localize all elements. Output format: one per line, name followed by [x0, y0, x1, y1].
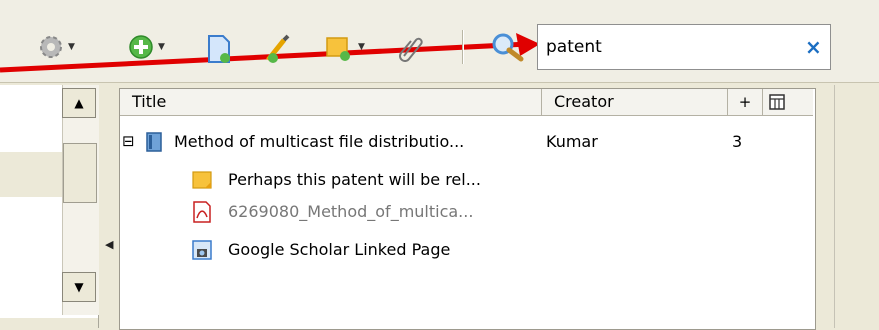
collapse-toggle-icon[interactable]: ⊟ — [122, 128, 135, 154]
item-row[interactable]: ⊟ Method of multicast file distributio..… — [120, 129, 813, 155]
splitter-collapse-icon[interactable]: ◀ — [105, 238, 113, 251]
child-note-row[interactable]: Perhaps this patent will be rel... — [120, 167, 813, 193]
scroll-thumb[interactable] — [63, 143, 97, 203]
clear-search-icon[interactable]: × — [805, 35, 822, 59]
column-picker-icon[interactable] — [762, 89, 792, 115]
note-icon — [192, 171, 212, 189]
column-title[interactable]: Title — [120, 89, 542, 115]
new-item-from-identifier-icon[interactable] — [206, 34, 232, 64]
search-input-value: patent — [546, 37, 602, 57]
pane-splitter[interactable] — [99, 85, 117, 328]
item-title: Method of multicast file distributio... — [174, 132, 465, 151]
column-creator[interactable]: Creator — [542, 89, 728, 115]
item-child-count: 3 — [732, 132, 743, 151]
add-column-button[interactable]: + — [728, 89, 763, 115]
note-title: Perhaps this patent will be rel... — [228, 170, 481, 189]
search-icon — [492, 33, 524, 62]
add-attachment-icon[interactable] — [325, 34, 355, 62]
attachment-title: 6269080_Method_of_multica... — [228, 202, 474, 221]
search-input[interactable]: patent × — [537, 24, 831, 70]
new-note-icon[interactable] — [264, 34, 292, 64]
add-attachment-chevron-icon[interactable]: ▼ — [358, 42, 365, 52]
child-attachment-row[interactable]: 6269080_Method_of_multica... — [120, 199, 813, 225]
web-page-icon — [192, 240, 212, 260]
new-item-chevron-icon[interactable]: ▼ — [158, 42, 165, 52]
item-creator: Kumar — [546, 132, 598, 151]
scroll-up-button[interactable]: ▲ — [62, 88, 96, 118]
toolbar-separator — [462, 30, 464, 64]
gear-dropdown-chevron-icon[interactable]: ▼ — [68, 42, 75, 52]
item-detail-pane — [834, 85, 879, 328]
link-title: Google Scholar Linked Page — [228, 240, 451, 259]
scroll-down-button[interactable]: ▼ — [62, 272, 96, 302]
attachment-link-icon[interactable] — [398, 34, 424, 62]
items-column-header: Title Creator + — [120, 89, 813, 116]
pdf-icon — [193, 201, 211, 223]
collections-pane-bottom — [0, 318, 98, 328]
book-icon — [146, 132, 162, 152]
new-item-icon[interactable] — [128, 34, 154, 60]
gear-icon[interactable] — [38, 34, 64, 60]
child-link-row[interactable]: Google Scholar Linked Page — [120, 237, 813, 263]
